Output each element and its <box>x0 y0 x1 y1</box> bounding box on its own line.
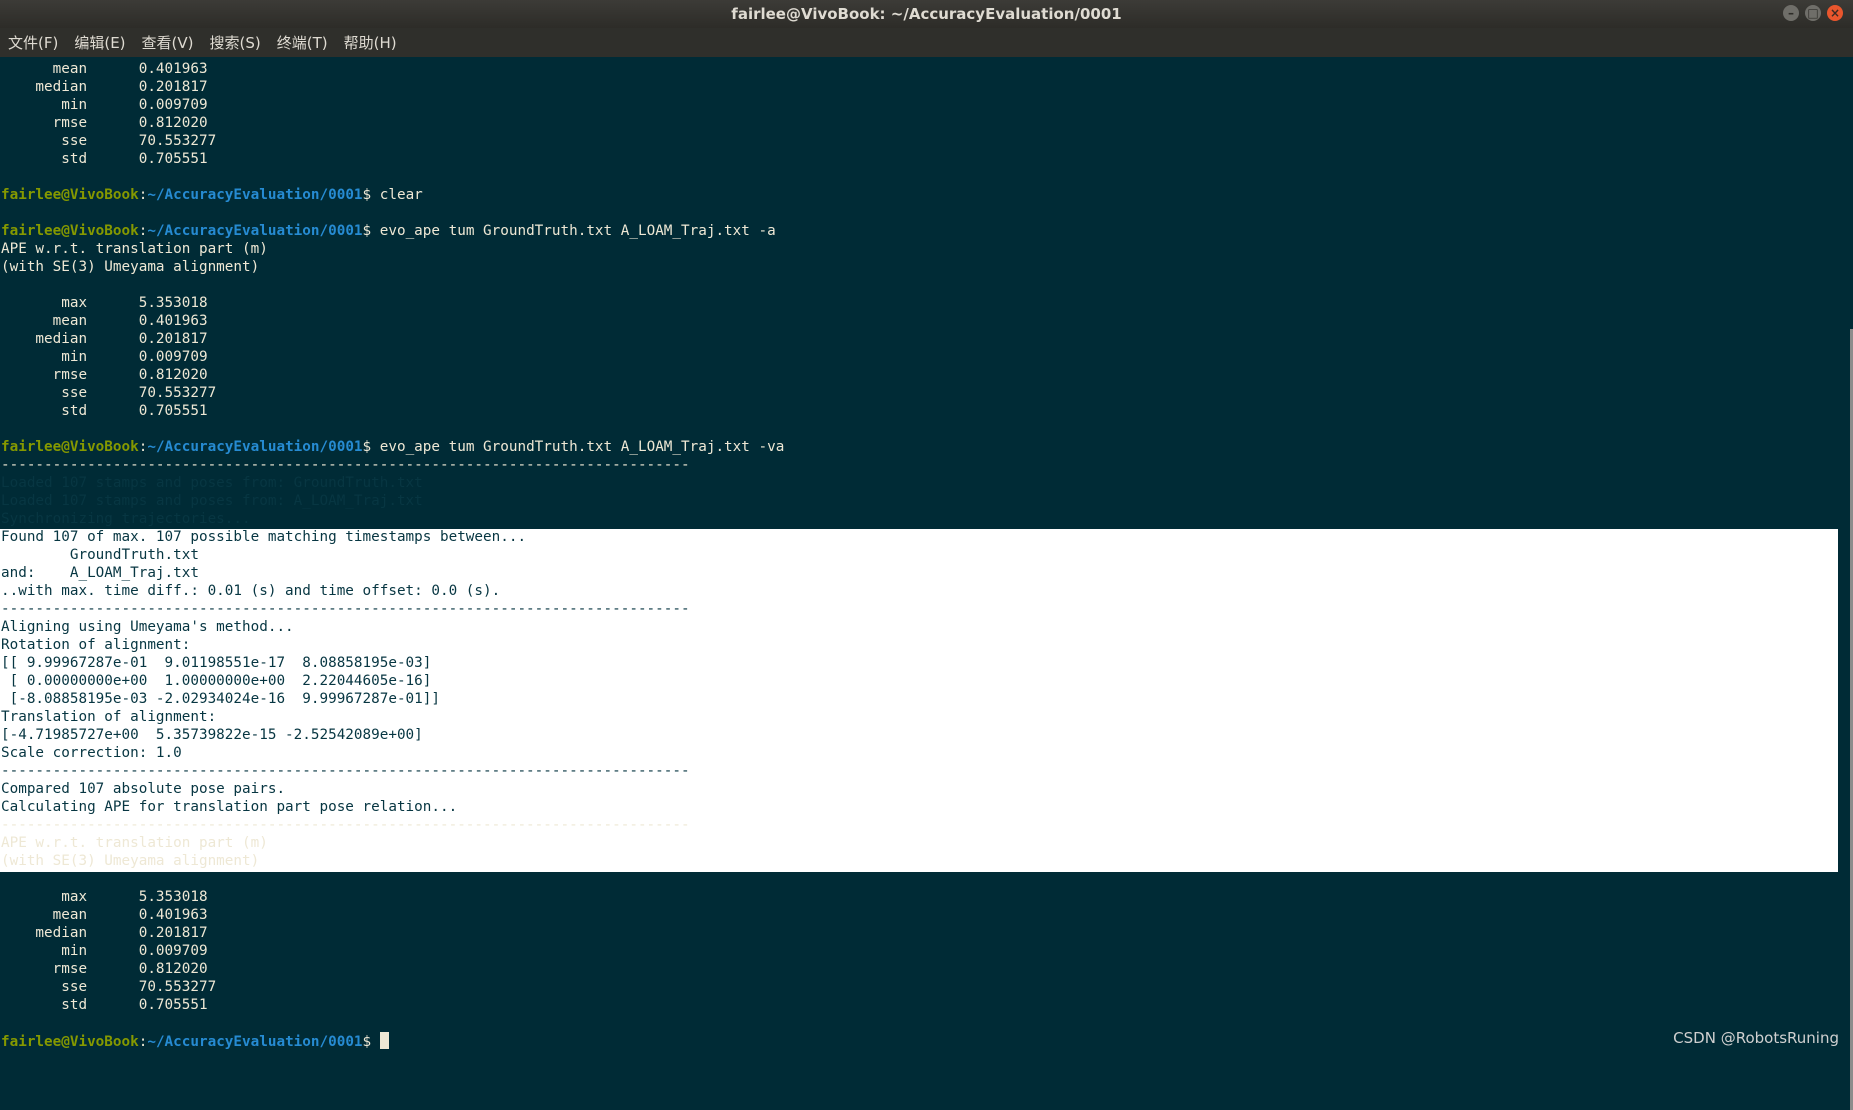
output-line: Synchronizing trajectories... <box>1 510 784 528</box>
prompt-user-host: fairlee@VivoBook <box>1 439 139 455</box>
output-line: ----------------------------------------… <box>1 456 784 474</box>
window-titlebar[interactable]: fairlee@VivoBook: ~/AccuracyEvaluation/0… <box>0 0 1853 28</box>
output-line: Translation of alignment: <box>1 708 784 726</box>
menu-file[interactable]: 文件(F) <box>0 32 66 53</box>
output-line: sse 70.553277 <box>1 384 784 402</box>
output-line <box>1 870 784 888</box>
prompt-path: ~/AccuracyEvaluation/0001 <box>147 1034 362 1050</box>
output-line <box>1 168 784 186</box>
output-line: Loaded 107 stamps and poses from: Ground… <box>1 474 784 492</box>
minimize-button[interactable]: – <box>1783 5 1799 21</box>
output-line: std 0.705551 <box>1 150 784 168</box>
output-line: [[ 9.99967287e-01 9.01198551e-17 8.08858… <box>1 654 784 672</box>
output-line: GroundTruth.txt <box>1 546 784 564</box>
prompt-user-host: fairlee@VivoBook <box>1 187 139 203</box>
output-line: median 0.201817 <box>1 330 784 348</box>
minimize-icon: – <box>1788 5 1794 21</box>
output-line: ----------------------------------------… <box>1 762 784 780</box>
output-line: Loaded 107 stamps and poses from: A_LOAM… <box>1 492 784 510</box>
prompt-path: ~/AccuracyEvaluation/0001 <box>147 187 362 203</box>
output-line: Found 107 of max. 107 possible matching … <box>1 528 784 546</box>
output-line: std 0.705551 <box>1 996 784 1014</box>
maximize-icon: □ <box>1807 5 1818 21</box>
output-line: (with SE(3) Umeyama alignment) <box>1 258 784 276</box>
prompt-line: fairlee@VivoBook:~/AccuracyEvaluation/00… <box>1 222 784 240</box>
command-text: evo_ape tum GroundTruth.txt A_LOAM_Traj.… <box>380 223 776 239</box>
menu-edit[interactable]: 编辑(E) <box>66 32 133 53</box>
terminal-output: mean 0.401963 median 0.201817 min 0.0097… <box>1 60 784 1050</box>
output-line: min 0.009709 <box>1 96 784 114</box>
maximize-button[interactable]: □ <box>1805 5 1821 21</box>
output-line <box>1 204 784 222</box>
output-line: max 5.353018 <box>1 888 784 906</box>
output-line: APE w.r.t. translation part (m) <box>1 834 784 852</box>
close-button[interactable]: × <box>1827 5 1843 21</box>
output-line: rmse 0.812020 <box>1 114 784 132</box>
output-line: mean 0.401963 <box>1 906 784 924</box>
output-line: (with SE(3) Umeyama alignment) <box>1 852 784 870</box>
output-line: Scale correction: 1.0 <box>1 744 784 762</box>
prompt-path: ~/AccuracyEvaluation/0001 <box>147 439 362 455</box>
output-line: and: A_LOAM_Traj.txt <box>1 564 784 582</box>
output-line: rmse 0.812020 <box>1 366 784 384</box>
output-line: mean 0.401963 <box>1 60 784 78</box>
output-line: ..with max. time diff.: 0.01 (s) and tim… <box>1 582 784 600</box>
menu-view[interactable]: 查看(V) <box>134 32 202 53</box>
output-line <box>1 420 784 438</box>
output-line: max 5.353018 <box>1 294 784 312</box>
output-line: sse 70.553277 <box>1 978 784 996</box>
window-controls: – □ × <box>1783 5 1843 21</box>
output-line: rmse 0.812020 <box>1 960 784 978</box>
output-line: min 0.009709 <box>1 348 784 366</box>
terminal-cursor <box>380 1032 389 1049</box>
watermark: CSDN @RobotsRuning <box>1673 1029 1839 1047</box>
window-title: fairlee@VivoBook: ~/AccuracyEvaluation/0… <box>731 5 1121 23</box>
prompt-line: fairlee@VivoBook:~/AccuracyEvaluation/00… <box>1 1032 784 1050</box>
prompt-line: fairlee@VivoBook:~/AccuracyEvaluation/00… <box>1 186 784 204</box>
output-line: Rotation of alignment: <box>1 636 784 654</box>
output-line: ----------------------------------------… <box>1 816 784 834</box>
menu-terminal[interactable]: 终端(T) <box>269 32 336 53</box>
output-line: ----------------------------------------… <box>1 600 784 618</box>
output-line: Calculating APE for translation part pos… <box>1 798 784 816</box>
output-line: median 0.201817 <box>1 924 784 942</box>
output-line <box>1 1014 784 1032</box>
output-line: Aligning using Umeyama's method... <box>1 618 784 636</box>
output-line: median 0.201817 <box>1 78 784 96</box>
prompt-user-host: fairlee@VivoBook <box>1 223 139 239</box>
output-line: mean 0.401963 <box>1 312 784 330</box>
menu-search[interactable]: 搜索(S) <box>202 32 269 53</box>
close-icon: × <box>1830 5 1840 21</box>
menu-bar: 文件(F) 编辑(E) 查看(V) 搜索(S) 终端(T) 帮助(H) <box>0 28 1853 57</box>
menu-help[interactable]: 帮助(H) <box>336 32 405 53</box>
output-line: [-8.08858195e-03 -2.02934024e-16 9.99967… <box>1 690 784 708</box>
output-line: Compared 107 absolute pose pairs. <box>1 780 784 798</box>
prompt-path: ~/AccuracyEvaluation/0001 <box>147 223 362 239</box>
output-line: [-4.71985727e+00 5.35739822e-15 -2.52542… <box>1 726 784 744</box>
output-line: APE w.r.t. translation part (m) <box>1 240 784 258</box>
command-text: evo_ape tum GroundTruth.txt A_LOAM_Traj.… <box>380 439 785 455</box>
output-line: sse 70.553277 <box>1 132 784 150</box>
output-line <box>1 276 784 294</box>
output-line: std 0.705551 <box>1 402 784 420</box>
prompt-line: fairlee@VivoBook:~/AccuracyEvaluation/00… <box>1 438 784 456</box>
command-text: clear <box>380 187 423 203</box>
output-line: min 0.009709 <box>1 942 784 960</box>
prompt-user-host: fairlee@VivoBook <box>1 1034 139 1050</box>
terminal-area[interactable]: mean 0.401963 median 0.201817 min 0.0097… <box>0 57 1853 1053</box>
output-line: [ 0.00000000e+00 1.00000000e+00 2.220446… <box>1 672 784 690</box>
